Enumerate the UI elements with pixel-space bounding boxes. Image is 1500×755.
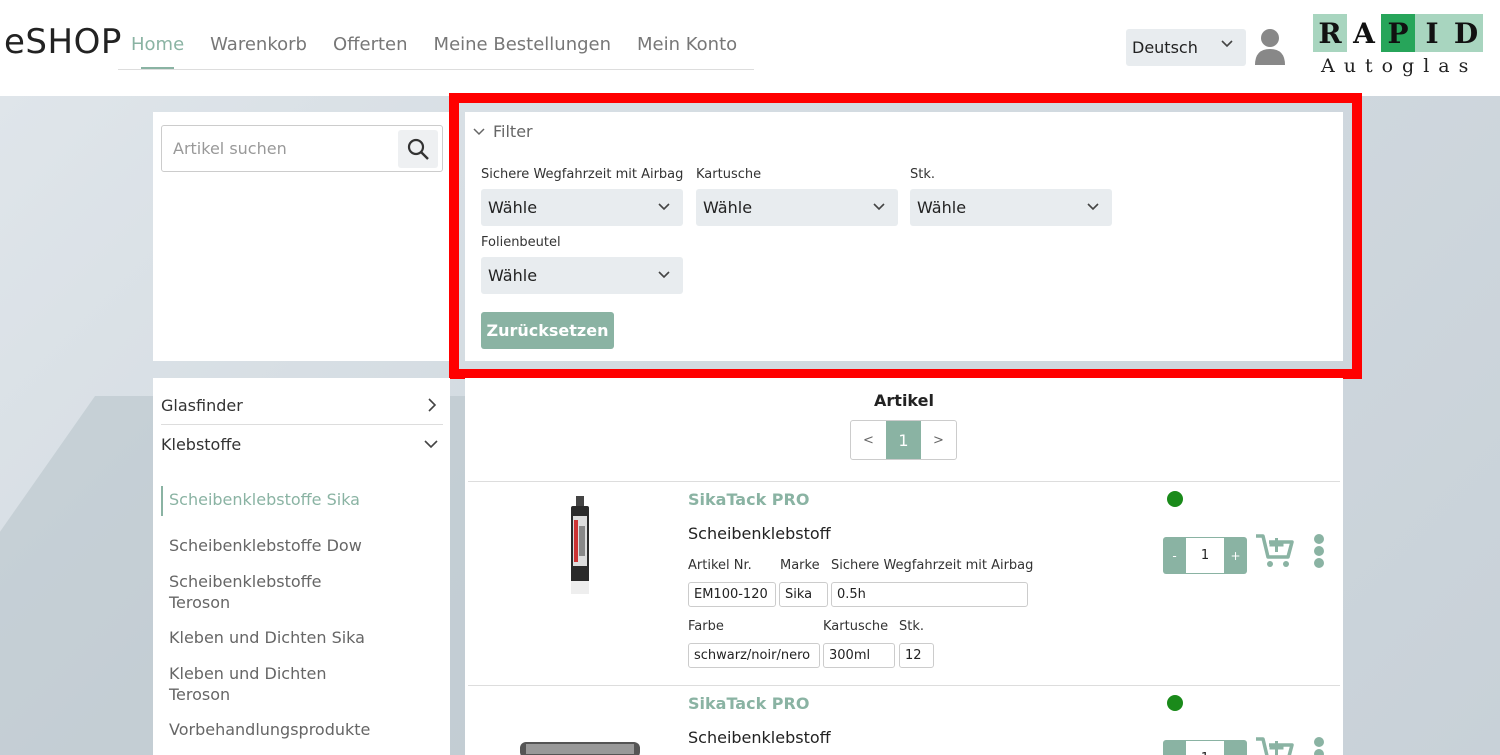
sidebar-item-label: Klebstoffe (161, 435, 242, 454)
pager-prev-button[interactable]: < (851, 421, 886, 459)
product-name[interactable]: SikaTack PRO (688, 694, 809, 713)
qty-plus-button[interactable]: + (1224, 537, 1247, 574)
sidebar-item-klebstoffe[interactable]: Klebstoffe (161, 425, 443, 463)
search-icon (407, 138, 429, 160)
product-type: Scheibenklebstoff (688, 524, 831, 543)
sidebar-subitem-kleben-teroson[interactable]: Kleben und Dichten Teroson (169, 663, 329, 705)
highlight-outline (449, 93, 1362, 379)
sidebar-item-glasfinder[interactable]: Glasfinder (161, 386, 443, 424)
logo-letter: R (1313, 14, 1347, 52)
user-account-icon[interactable] (1254, 28, 1286, 66)
nav-warenkorb[interactable]: Warenkorb (210, 34, 307, 68)
quantity-stepper: - 1 + (1163, 740, 1247, 755)
language-value: Deutsch (1132, 38, 1198, 57)
availability-status-dot (1167, 491, 1183, 507)
product-type: Scheibenklebstoff (688, 728, 831, 747)
logo-subtitle: Autoglas (1321, 55, 1478, 77)
row-divider (468, 481, 1340, 482)
search-panel (153, 112, 450, 361)
sidebar-subitem-sika[interactable]: Scheibenklebstoffe Sika (169, 489, 369, 510)
main-nav: Home Warenkorb Offerten Meine Bestellung… (118, 20, 754, 70)
attr-value: Sika (779, 582, 828, 607)
product-image[interactable] (520, 738, 640, 755)
qty-input[interactable]: 1 (1186, 740, 1224, 755)
qty-input[interactable]: 1 (1186, 537, 1224, 574)
attr-value: 12 (899, 643, 934, 668)
sidebar-subitem-vorbehandlung[interactable]: Vorbehandlungsprodukte (169, 719, 370, 740)
nav-meine-bestellungen[interactable]: Meine Bestellungen (434, 34, 611, 68)
logo-letter: I (1415, 14, 1449, 52)
logo-letter: A (1347, 14, 1381, 52)
product-image[interactable] (565, 496, 595, 596)
logo-letter: D (1449, 14, 1483, 52)
qty-minus-button[interactable]: - (1163, 537, 1186, 574)
attr-label: Kartusche (823, 619, 889, 634)
chevron-right-icon (425, 397, 439, 417)
sidebar-subitem-dow[interactable]: Scheibenklebstoffe Dow (169, 535, 369, 556)
attr-value: schwarz/noir/nero (688, 643, 820, 668)
qty-minus-button[interactable]: - (1163, 740, 1186, 755)
brand-title[interactable]: eSHOP (4, 22, 122, 62)
attr-value: 300ml (823, 643, 895, 668)
product-name[interactable]: SikaTack PRO (688, 490, 809, 509)
attr-value: 0.5h (831, 582, 1028, 607)
row-divider (468, 685, 1340, 686)
more-options-icon[interactable] (1313, 736, 1325, 755)
attr-label: Marke (780, 558, 820, 573)
sidebar-subitem-kleben-sika[interactable]: Kleben und Dichten Sika (169, 627, 369, 648)
sidebar-item-label: Glasfinder (161, 396, 243, 415)
nav-home[interactable]: Home (131, 34, 184, 69)
quantity-stepper: - 1 + (1163, 537, 1247, 574)
logo-letters: R A P I D (1313, 14, 1483, 52)
attr-label: Artikel Nr. (688, 558, 752, 573)
chevron-down-icon (1220, 37, 1234, 55)
language-select[interactable]: Deutsch (1126, 29, 1246, 66)
search-button[interactable] (398, 130, 438, 168)
qty-plus-button[interactable]: + (1224, 740, 1247, 755)
attr-value: EM100-120 (688, 582, 776, 607)
nav-mein-konto[interactable]: Mein Konto (637, 34, 737, 68)
add-to-cart-icon[interactable] (1255, 736, 1295, 755)
active-indicator (161, 486, 163, 516)
nav-offerten[interactable]: Offerten (333, 34, 408, 68)
pager-next-button[interactable]: > (921, 421, 956, 459)
logo-letter: P (1381, 14, 1415, 52)
rapid-autoglas-logo[interactable]: R A P I D Autoglas (1313, 14, 1483, 80)
article-list: Artikel < 1 > SikaTack PRO Scheibenklebs… (465, 378, 1343, 755)
add-to-cart-icon[interactable] (1255, 533, 1295, 569)
pagination: < 1 > (850, 420, 957, 460)
category-sidebar: Glasfinder Klebstoffe Scheibenklebstoffe… (153, 378, 450, 755)
section-title: Artikel (874, 391, 934, 410)
more-options-icon[interactable] (1313, 533, 1325, 569)
pager-current-page[interactable]: 1 (886, 421, 921, 459)
sidebar-subitem-teroson[interactable]: Scheibenklebstoffe Teroson (169, 571, 329, 613)
chevron-down-icon (423, 436, 439, 455)
availability-status-dot (1167, 695, 1183, 711)
search-input[interactable] (162, 126, 392, 171)
attr-label: Farbe (688, 619, 724, 634)
attr-label: Stk. (899, 619, 925, 634)
attr-label: Sichere Wegfahrzeit mit Airbag (831, 558, 1034, 573)
header: eSHOP Home Warenkorb Offerten Meine Best… (0, 0, 1500, 96)
search-box (161, 125, 443, 172)
